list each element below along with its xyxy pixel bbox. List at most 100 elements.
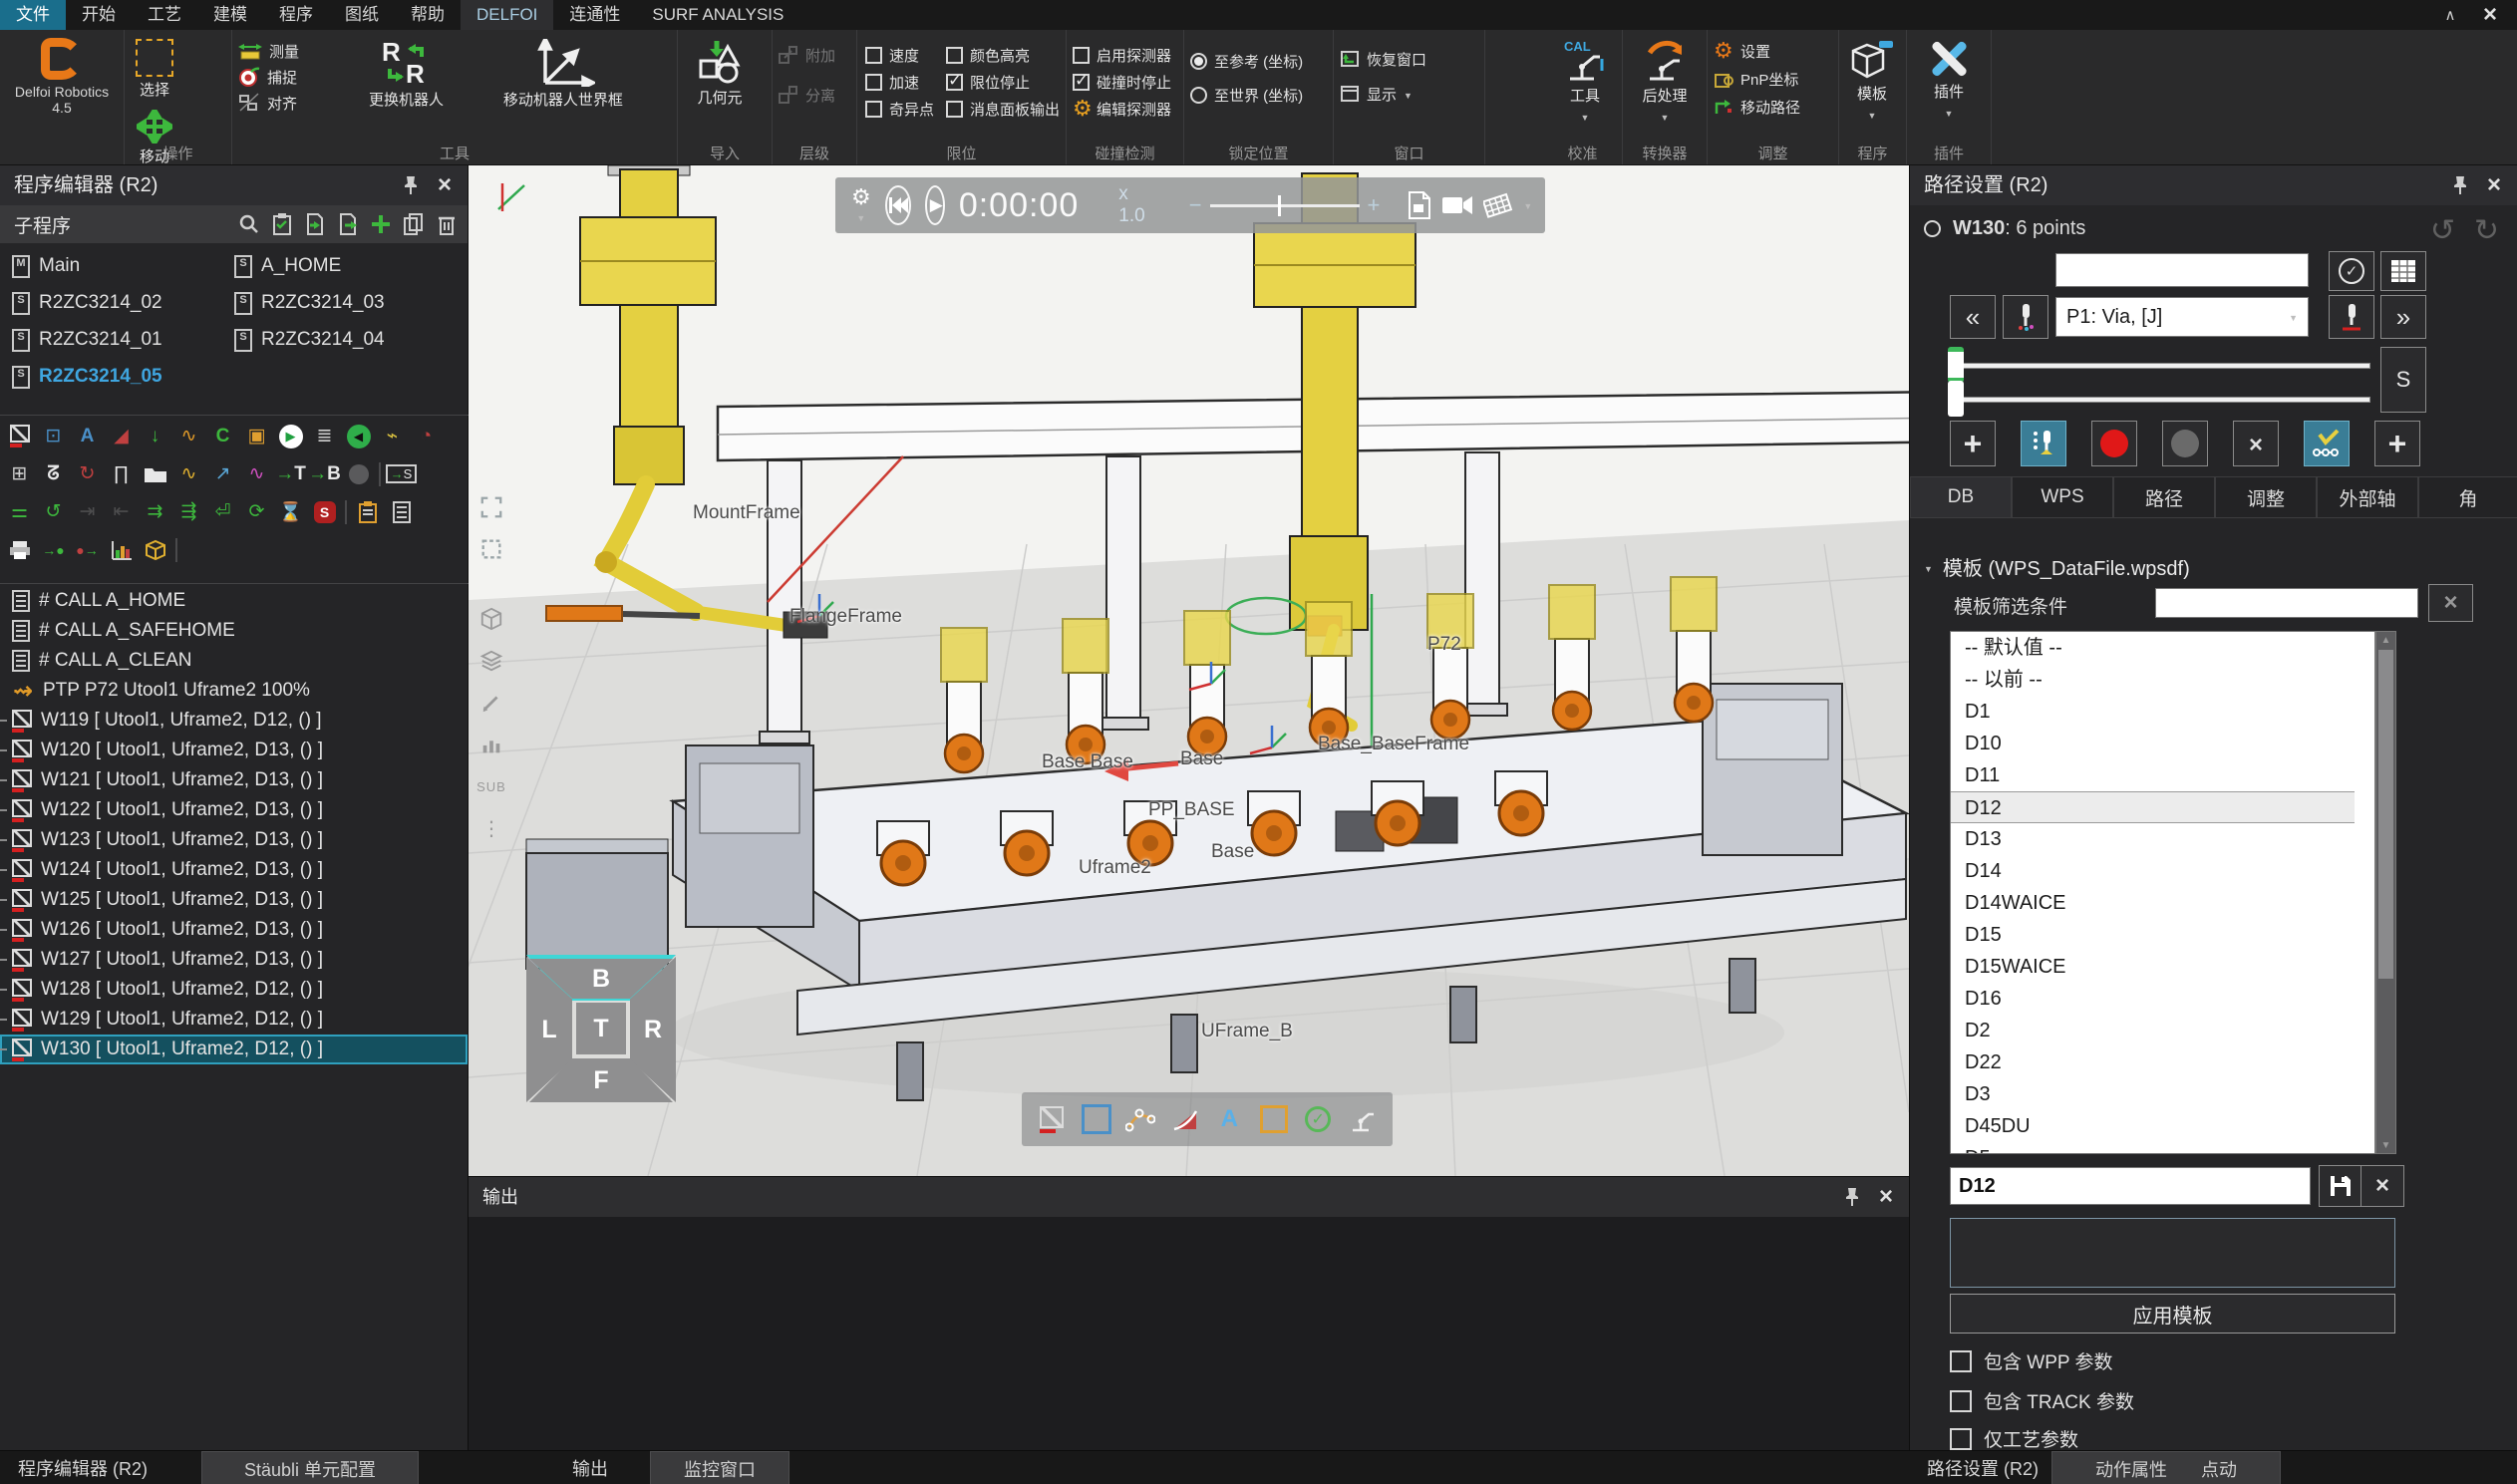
teach-point-button[interactable]	[2021, 421, 2066, 466]
insert-down-icon[interactable]: ↓	[142, 423, 168, 449]
geometry-button[interactable]: 几何元	[684, 34, 756, 113]
path-yellow-icon[interactable]: ∿	[175, 460, 202, 487]
clear-filter-button[interactable]	[2428, 584, 2473, 622]
tab-jog[interactable]: 点动	[2201, 1456, 2237, 1482]
menu-drawing[interactable]: 图纸	[329, 0, 395, 30]
plus-icon[interactable]: +	[1368, 192, 1381, 218]
tab-external-axis[interactable]: 外部轴	[2317, 476, 2418, 518]
viewport-3d[interactable]: MountFrame FlangeFrame P72 Base Base Bas…	[469, 165, 1909, 1176]
statement-row[interactable]: # CALL A_SAFEHOME	[0, 616, 468, 646]
template-item-selected[interactable]: D12	[1951, 791, 2355, 823]
statement-row[interactable]: W127 [ Utool1, Uframe2, D13, () ]	[0, 945, 468, 975]
export-pdf-icon[interactable]	[1408, 191, 1431, 219]
tab-output[interactable]: 输出	[558, 1451, 622, 1484]
template-item[interactable]: -- 默认值 --	[1951, 632, 2355, 664]
point-radio[interactable]	[1924, 220, 1941, 237]
template-item[interactable]: D3	[1951, 1078, 2355, 1110]
step-in-icon[interactable]: ⇥	[74, 498, 101, 525]
menu-start[interactable]: 开始	[66, 0, 132, 30]
speed-slider[interactable]: − +	[1189, 192, 1381, 218]
slider-handle[interactable]	[1278, 195, 1281, 216]
template-filter-input[interactable]	[2155, 588, 2418, 618]
grid-icon[interactable]: ⊞	[6, 460, 33, 487]
tab-program-editor[interactable]: 程序编辑器 (R2)	[0, 1451, 165, 1484]
move-robot-world-button[interactable]: 移动机器人世界框	[467, 34, 660, 115]
robot-icon[interactable]	[1346, 1102, 1380, 1136]
limit-stop-checkbox[interactable]	[946, 74, 963, 91]
tab-staubli-config[interactable]: Stäubli 单元配置	[201, 1451, 419, 1484]
path-magenta-icon[interactable]: ∿	[243, 460, 270, 487]
program-item-selected[interactable]: SR2ZC3214_05	[12, 362, 162, 392]
video-icon[interactable]	[1441, 194, 1473, 216]
statement-row[interactable]: W129 [ Utool1, Uframe2, D12, () ]	[0, 1005, 468, 1035]
to-world-radio[interactable]	[1190, 87, 1207, 104]
menu-file[interactable]: 文件	[0, 0, 66, 30]
weld-stmt-icon[interactable]	[6, 423, 33, 449]
postprocess-button[interactable]: 后处理	[1629, 34, 1701, 130]
move-path-button[interactable]: 移动路径	[1714, 94, 1832, 120]
edit-detector-button[interactable]: 编辑探测器	[1073, 96, 1177, 122]
checkbox-accel[interactable]: 加速	[865, 69, 934, 95]
tab-wps[interactable]: WPS	[2012, 476, 2113, 518]
path-points-icon[interactable]	[1123, 1102, 1157, 1136]
stop-on-collision-checkbox[interactable]	[1073, 74, 1090, 91]
enable-detector-checkbox[interactable]	[1073, 47, 1090, 64]
checkbox-stop-on-collision[interactable]: 碰撞时停止	[1073, 69, 1177, 95]
playback-settings[interactable]	[851, 184, 871, 226]
statement-row[interactable]: W125 [ Utool1, Uframe2, D13, () ]	[0, 885, 468, 915]
slider-track-1[interactable]	[1950, 363, 2370, 369]
track-checkbox[interactable]	[1950, 1390, 1972, 1412]
delete-point-button[interactable]	[2233, 421, 2279, 466]
layers-icon[interactable]	[476, 646, 506, 676]
checkbox-message-output[interactable]: 消息面板输出	[946, 96, 1060, 122]
template-item[interactable]: D15WAICE	[1951, 951, 2355, 983]
singularity-checkbox[interactable]	[865, 101, 882, 118]
scrollbar-thumb[interactable]	[2378, 650, 2393, 979]
add-point-before-button[interactable]	[1950, 421, 1996, 466]
clipboard-orange-icon[interactable]	[354, 498, 381, 525]
plugin-button[interactable]: 插件	[1913, 34, 1985, 126]
tab-adjust[interactable]: 调整	[2215, 476, 2317, 518]
text-label-icon[interactable]: A	[74, 423, 101, 449]
text-a-icon[interactable]: A	[1212, 1102, 1246, 1136]
slider-handle-1[interactable]	[1948, 347, 1964, 383]
wait-icon[interactable]: ⌛	[277, 498, 304, 525]
accel-checkbox[interactable]	[865, 74, 882, 91]
stop-icon[interactable]: S	[311, 498, 338, 525]
menu-help[interactable]: 帮助	[395, 0, 461, 30]
template-list[interactable]: -- 默认值 -- -- 以前 -- D1 D10 D11 D12 D13 D1…	[1950, 631, 2375, 1154]
chart-icon[interactable]	[476, 730, 506, 759]
statement-row-selected[interactable]: W130 [ Utool1, Uframe2, D12, () ]	[0, 1035, 468, 1064]
program-item[interactable]: SR2ZC3214_02	[12, 288, 162, 318]
import-doc-icon[interactable]	[304, 213, 326, 235]
play-button[interactable]: ▶	[925, 185, 945, 225]
checkbox-limit-stop[interactable]: 限位停止	[946, 69, 1060, 95]
io-in-icon[interactable]: →●	[40, 536, 67, 563]
program-item[interactable]: SA_HOME	[234, 251, 341, 281]
s-button[interactable]: S	[2380, 347, 2426, 413]
window-blue-icon[interactable]	[1080, 1102, 1113, 1136]
scroll-down-icon[interactable]: ▼	[2376, 1137, 2395, 1153]
path-points-icon[interactable]: ∿	[175, 423, 202, 449]
sync-icon[interactable]: ⟳	[243, 498, 270, 525]
wpp-checkbox[interactable]	[1950, 1350, 1972, 1372]
statement-row[interactable]: W128 [ Utool1, Uframe2, D12, () ]	[0, 975, 468, 1005]
record-button[interactable]	[2091, 421, 2137, 466]
measure-button[interactable]: 测量	[238, 38, 346, 64]
u-move-icon[interactable]: ∏	[108, 460, 135, 487]
align-button[interactable]: 对齐	[238, 90, 346, 116]
redo-icon[interactable]	[2474, 213, 2499, 248]
statement-row[interactable]: W121 [ Utool1, Uframe2, D13, () ]	[0, 765, 468, 795]
statement-row[interactable]: # CALL A_CLEAN	[0, 646, 468, 676]
pin-icon[interactable]	[2447, 172, 2473, 198]
cube-yellow-icon[interactable]	[142, 536, 168, 563]
io-out-icon[interactable]: ●→	[74, 536, 101, 563]
option-wpp[interactable]: 包含 WPP 参数	[1950, 1347, 2113, 1374]
program-item[interactable]: SR2ZC3214_04	[234, 325, 385, 355]
tab-angle[interactable]: 角	[2418, 476, 2517, 518]
table-button[interactable]	[2380, 251, 2426, 291]
statement-row[interactable]: W120 [ Utool1, Uframe2, D13, () ]	[0, 736, 468, 765]
color-highlight-checkbox[interactable]	[946, 47, 963, 64]
collapse-ribbon-icon[interactable]	[2433, 2, 2467, 28]
folder-icon[interactable]	[142, 460, 168, 487]
